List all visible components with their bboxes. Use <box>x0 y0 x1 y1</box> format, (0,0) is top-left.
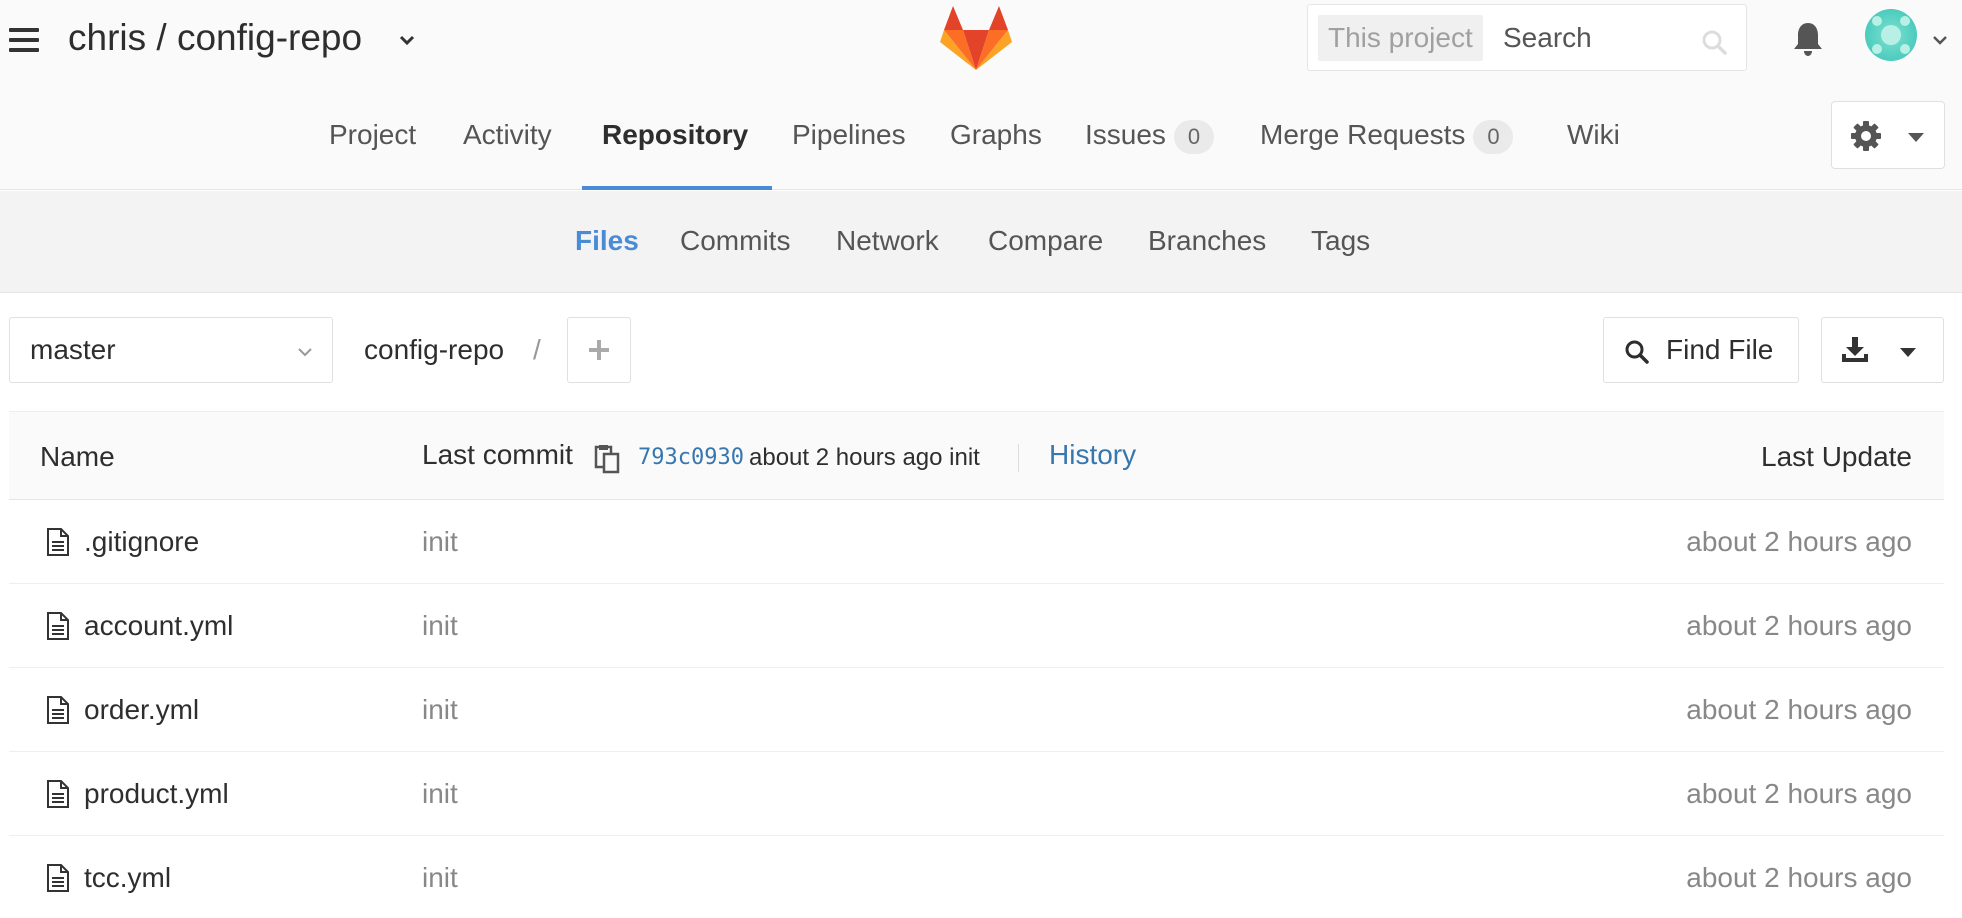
top-header: chris / config-repo This project Search <box>0 0 1962 190</box>
file-last-update: about 2 hours ago <box>1686 610 1912 641</box>
search-icon <box>1702 30 1727 55</box>
caret-down-icon <box>1900 348 1916 357</box>
file-name-link[interactable]: account.yml <box>84 606 233 646</box>
commit-sha-link[interactable]: 793c0930 <box>638 440 744 476</box>
file-commit-message[interactable]: init <box>422 606 458 646</box>
bell-icon[interactable] <box>1790 20 1826 58</box>
avatar-pattern-icon <box>1872 16 1910 54</box>
file-commit-message[interactable]: init <box>422 774 458 814</box>
nav-merge-requests[interactable]: Merge Requests 0 <box>1260 115 1514 155</box>
file-last-update: about 2 hours ago <box>1686 862 1912 893</box>
nav-activity[interactable]: Activity <box>463 115 552 155</box>
file-commit-message[interactable]: init <box>422 522 458 562</box>
chevron-down-icon[interactable] <box>397 30 417 50</box>
sub-nav: Files Commits Network Compare Branches T… <box>0 191 1962 293</box>
subnav-commits[interactable]: Commits <box>680 221 790 261</box>
file-commit-message[interactable]: init <box>422 690 458 730</box>
breadcrumb-repo-root[interactable]: config-repo <box>364 330 504 370</box>
active-tab-underline <box>582 186 772 190</box>
history-link[interactable]: History <box>1049 435 1136 475</box>
table-row[interactable]: account.yml init about 2 hours ago <box>9 584 1944 668</box>
chevron-down-icon <box>298 348 312 357</box>
column-header-last-commit: Last commit <box>422 439 573 470</box>
file-name-link[interactable]: order.yml <box>84 690 199 730</box>
project-title[interactable]: chris / config-repo <box>68 16 362 60</box>
file-last-update: about 2 hours ago <box>1686 694 1912 725</box>
table-row[interactable]: order.yml init about 2 hours ago <box>9 668 1944 752</box>
nav-wiki[interactable]: Wiki <box>1567 115 1620 155</box>
download-button[interactable] <box>1821 317 1944 383</box>
nav-pipelines[interactable]: Pipelines <box>792 115 906 155</box>
file-last-update: about 2 hours ago <box>1686 778 1912 809</box>
nav-repository[interactable]: Repository <box>602 115 748 155</box>
subnav-compare[interactable]: Compare <box>988 221 1103 261</box>
nav-project[interactable]: Project <box>329 115 416 155</box>
file-icon <box>47 780 69 808</box>
project-settings-button[interactable] <box>1831 101 1945 169</box>
file-icon <box>47 528 69 556</box>
file-icon <box>47 864 69 892</box>
file-commit-message[interactable]: init <box>422 858 458 898</box>
avatar[interactable] <box>1865 9 1917 61</box>
subnav-files[interactable]: Files <box>575 221 639 261</box>
subnav-tags[interactable]: Tags <box>1311 221 1370 261</box>
merge-requests-count-badge: 0 <box>1473 119 1514 154</box>
search-box[interactable]: This project Search <box>1307 4 1747 71</box>
nav-graphs[interactable]: Graphs <box>950 115 1042 155</box>
table-row[interactable]: .gitignore init about 2 hours ago <box>9 500 1944 584</box>
subnav-branches[interactable]: Branches <box>1148 221 1266 261</box>
search-scope-badge[interactable]: This project <box>1318 15 1483 61</box>
breadcrumb-separator: / <box>533 334 541 365</box>
last-commit-message[interactable]: about 2 hours ago init <box>749 440 980 476</box>
caret-down-icon <box>1908 133 1924 142</box>
add-file-button[interactable] <box>567 317 631 383</box>
gear-icon <box>1851 121 1881 151</box>
hamburger-menu-icon[interactable] <box>9 28 39 52</box>
file-icon <box>47 612 69 640</box>
table-row[interactable]: product.yml init about 2 hours ago <box>9 752 1944 836</box>
tree-header-row: Name Last commit 793c0930 about 2 hours … <box>9 411 1944 500</box>
file-name-link[interactable]: tcc.yml <box>84 858 171 898</box>
issues-count-badge: 0 <box>1173 119 1214 154</box>
branch-name: master <box>30 334 116 365</box>
search-input[interactable]: Search <box>1503 15 1592 61</box>
search-icon <box>1625 340 1649 364</box>
chevron-down-icon[interactable] <box>1930 30 1950 50</box>
find-file-button[interactable]: Find File <box>1603 317 1799 383</box>
clipboard-icon[interactable] <box>593 444 621 474</box>
file-tree-table: Name Last commit 793c0930 about 2 hours … <box>9 411 1944 918</box>
gitlab-logo-icon[interactable] <box>939 4 1013 72</box>
file-last-update: about 2 hours ago <box>1686 526 1912 557</box>
column-header-last-update: Last Update <box>1761 441 1912 472</box>
download-icon <box>1842 337 1868 362</box>
branch-select[interactable]: master <box>9 317 333 383</box>
column-header-name: Name <box>40 441 115 472</box>
main-nav: Project Activity Repository Pipelines Gr… <box>0 95 1962 190</box>
nav-issues[interactable]: Issues 0 <box>1085 115 1214 155</box>
file-name-link[interactable]: .gitignore <box>84 522 199 562</box>
file-icon <box>47 696 69 724</box>
find-file-label: Find File <box>1666 334 1774 365</box>
subnav-network[interactable]: Network <box>836 221 939 261</box>
header-divider <box>1018 444 1019 472</box>
plus-icon <box>589 340 609 360</box>
file-name-link[interactable]: product.yml <box>84 774 229 814</box>
table-row[interactable]: tcc.yml init about 2 hours ago <box>9 836 1944 918</box>
